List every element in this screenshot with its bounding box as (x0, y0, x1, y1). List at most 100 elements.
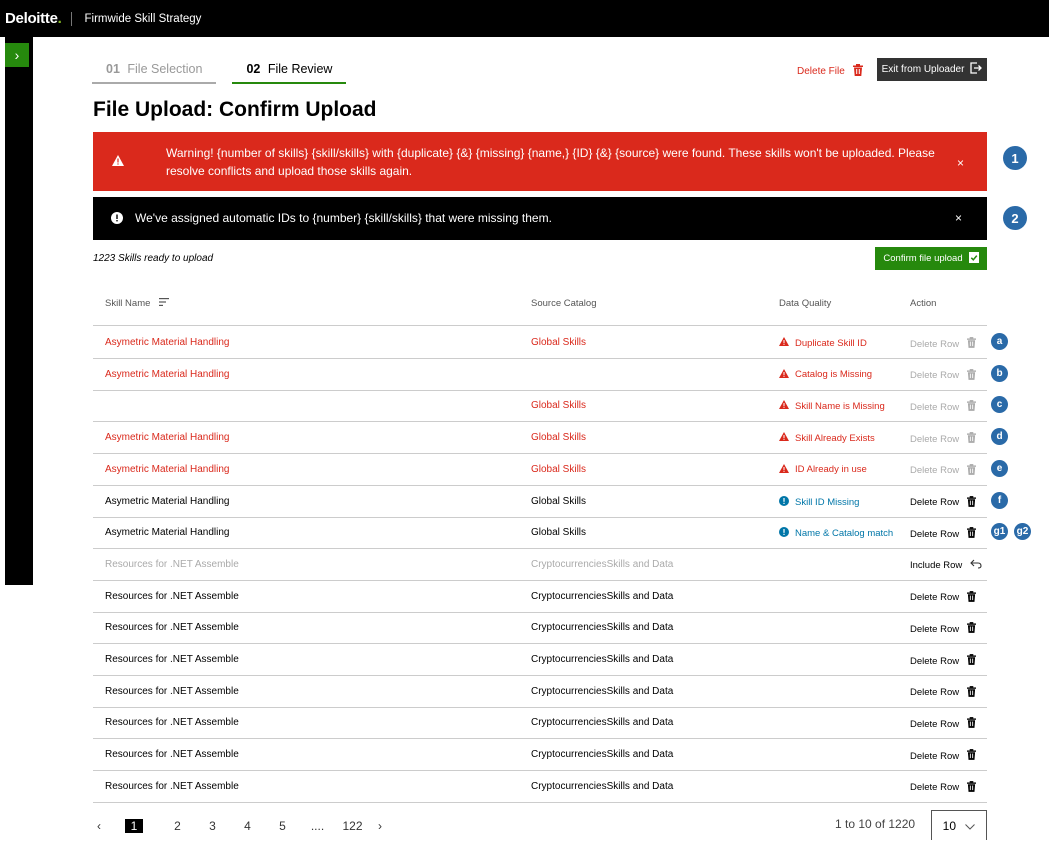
cell-skill-name: Asymetric Material Handling (105, 337, 230, 348)
app-title: Firmwide Skill Strategy (84, 12, 202, 25)
close-icon[interactable]: × (955, 211, 962, 225)
cell-source-catalog: CryptocurrenciesSkills and Data (531, 685, 674, 697)
step-label: File Selection (127, 62, 203, 76)
prev-page-button[interactable]: ‹ (93, 819, 105, 833)
delete-row-button[interactable]: Delete Row (910, 654, 977, 668)
delete-row-button[interactable]: Delete Row (910, 432, 977, 446)
data-quality-label: Name & Catalog match (795, 528, 894, 540)
confirm-label: Confirm file upload (883, 253, 963, 264)
page-button[interactable]: 3 (195, 819, 230, 833)
page-title: File Upload: Confirm Upload (93, 98, 377, 121)
cell-data-quality: Duplicate Skill ID (779, 337, 867, 349)
data-quality-label: ID Already in use (795, 464, 867, 476)
delete-row-button[interactable]: Delete Row (910, 337, 977, 351)
cell-skill-name: Resources for .NET Assemble (105, 749, 239, 761)
delete-row-button[interactable]: Delete Row (910, 495, 977, 510)
exit-uploader-button[interactable]: Exit from Uploader (877, 58, 987, 81)
confirm-upload-button[interactable]: Confirm file upload (875, 247, 987, 270)
annotation-marker: 2 (1003, 206, 1027, 230)
action-label: Delete Row (910, 465, 960, 477)
table-row: Resources for .NET Assemble Cryptocurrenc… (93, 676, 987, 708)
undo-icon (970, 559, 982, 572)
cell-source-catalog: CryptocurrenciesSkills and Data (531, 558, 674, 570)
header-skill-name[interactable]: Skill Name (105, 298, 170, 309)
trash-icon (967, 749, 977, 763)
delete-row-button[interactable]: Delete Row (910, 749, 977, 763)
page-button[interactable]: 5 (265, 819, 300, 833)
cell-data-quality: Catalog is Missing (779, 368, 872, 381)
delete-row-button[interactable]: Delete Row (910, 590, 977, 605)
trash-icon (967, 590, 977, 605)
upload-steps: 01 File Selection 02 File Review (92, 62, 347, 84)
cell-data-quality: Skill Already Exists (779, 432, 875, 444)
sidebar-toggle-button[interactable]: › (5, 43, 29, 67)
page-button-current[interactable]: 1 (125, 819, 143, 833)
table-row: Resources for .NET Assemble Cryptocurrenc… (93, 612, 987, 645)
chevron-down-icon (965, 819, 976, 833)
cell-skill-name: Asymetric Material Handling (105, 432, 230, 444)
table-row: Asymetric Material Handling Global Skills… (93, 454, 987, 486)
cell-skill-name: Resources for .NET Assemble (105, 590, 239, 602)
top-bar: Deloitte. Firmwide Skill Strategy (0, 0, 1049, 37)
delete-row-button[interactable]: Delete Row (910, 527, 977, 541)
annotation-marker: a (991, 333, 1008, 350)
page-ellipsis: .... (310, 819, 325, 833)
header-action: Action (910, 298, 937, 309)
delete-row-button[interactable]: Delete Row (910, 622, 977, 636)
action-label: Delete Row (910, 623, 960, 635)
cell-data-quality: Skill ID Missing (779, 495, 859, 509)
step-file-review[interactable]: 02 File Review (232, 62, 347, 84)
cell-skill-name: Asymetric Material Handling (105, 495, 230, 507)
cell-source-catalog: CryptocurrenciesSkills and Data (531, 654, 674, 665)
page-button[interactable]: 2 (160, 819, 195, 833)
delete-file-button[interactable]: Delete File (797, 64, 863, 79)
trash-icon (967, 432, 977, 446)
table-row: Asymetric Material Handling Global Skills… (93, 517, 987, 550)
action-label: Delete Row (910, 497, 960, 508)
warning-triangle-icon (779, 463, 789, 476)
page-size-select[interactable]: 10 (931, 810, 987, 840)
action-label: Delete Row (910, 655, 960, 667)
page-button[interactable]: 4 (230, 819, 265, 833)
table-row: Asymetric Material Handling Global Skills… (93, 327, 987, 359)
warning-triangle-icon (112, 153, 124, 171)
cell-source-catalog: Global Skills (531, 463, 587, 475)
cell-source-catalog: CryptocurrenciesSkills and Data (531, 780, 674, 792)
step-label: File Review (267, 62, 333, 76)
delete-row-button[interactable]: Delete Row (910, 717, 977, 731)
trash-icon (967, 337, 977, 351)
deloitte-logo[interactable]: Deloitte. (5, 10, 62, 27)
cell-skill-name: Asymetric Material Handling (105, 527, 230, 539)
annotation-marker: b (991, 364, 1008, 382)
info-alert: We've assigned automatic IDs to {number}… (93, 197, 987, 240)
sort-icon[interactable] (159, 298, 170, 309)
data-quality-label: Skill Already Exists (795, 432, 875, 444)
cell-source-catalog: CryptocurrenciesSkills and Data (531, 590, 674, 602)
cell-skill-name: Resources for .NET Assemble (105, 780, 239, 792)
page-size-value: 10 (942, 818, 957, 833)
include-row-button[interactable]: Include Row (910, 559, 982, 572)
header-source-catalog: Source Catalog (531, 298, 597, 309)
table-row: Resources for .NET Assemble Cryptocurrenc… (93, 771, 987, 803)
cell-skill-name: Resources for .NET Assemble (105, 622, 239, 634)
delete-row-button[interactable]: Delete Row (910, 368, 977, 383)
action-label: Delete Row (910, 370, 960, 382)
trash-icon (967, 622, 977, 636)
delete-row-button[interactable]: Delete Row (910, 780, 977, 795)
cell-skill-name: Resources for .NET Assemble (105, 654, 239, 665)
exit-icon (970, 62, 983, 77)
table-row: Resources for .NET Assemble Cryptocurrenc… (93, 581, 987, 613)
step-file-selection[interactable]: 01 File Selection (92, 62, 217, 84)
annotation-marker: g1 (991, 523, 1008, 541)
delete-row-button[interactable]: Delete Row (910, 463, 977, 478)
next-page-button[interactable]: › (370, 819, 390, 833)
delete-row-button[interactable]: Delete Row (910, 400, 977, 414)
page-button[interactable]: 122 (335, 819, 370, 833)
delete-row-button[interactable]: Delete Row (910, 685, 977, 700)
action-label: Delete Row (910, 687, 960, 699)
close-icon[interactable]: × (957, 154, 964, 172)
warning-message: Warning! {number of skills} {skill/skill… (166, 146, 935, 178)
annotation-marker: d (991, 428, 1008, 446)
table-row: Asymetric Material Handling Catalog is Mi… (93, 359, 987, 391)
cell-source-catalog: Global Skills (531, 337, 587, 348)
